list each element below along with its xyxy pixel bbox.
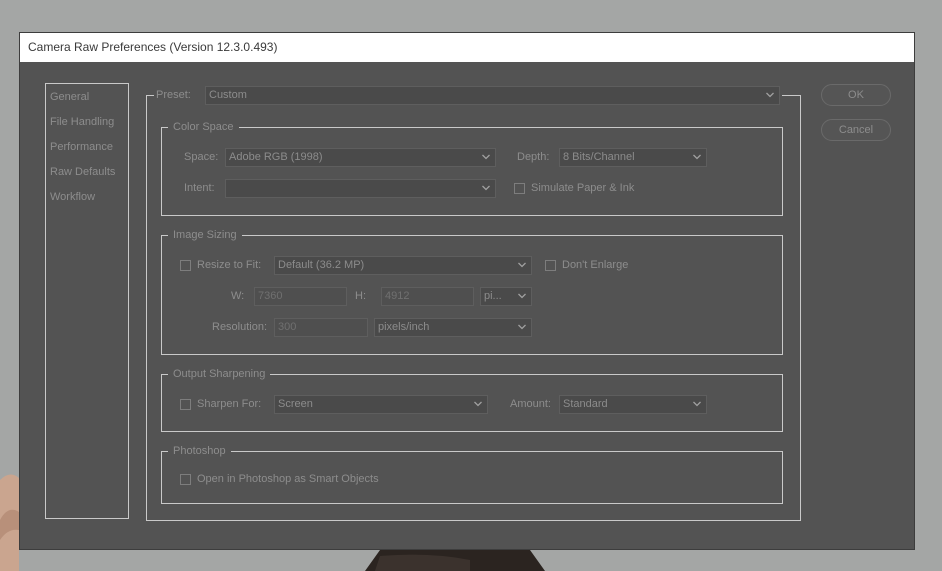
color-space-legend: Color Space: [168, 121, 239, 133]
ok-button[interactable]: OK: [821, 84, 891, 106]
chevron-down-icon: [474, 396, 484, 413]
amount-value: Standard: [563, 398, 608, 410]
smart-objects-checkbox[interactable]: [180, 474, 191, 485]
preferences-dialog: Camera Raw Preferences (Version 12.3.0.4…: [19, 32, 915, 550]
resize-to-fit-value: Default (36.2 MP): [278, 259, 365, 271]
color-space-frame-top: [161, 127, 783, 128]
intent-label: Intent:: [184, 182, 215, 194]
resize-to-fit-checkbox[interactable]: [180, 260, 191, 271]
preset-frame-left: [146, 95, 147, 521]
chevron-down-icon: [693, 149, 703, 166]
size-unit-value: pi...: [484, 290, 502, 302]
dont-enlarge-checkbox[interactable]: [545, 260, 556, 271]
image-sizing-frame-bottom: [161, 354, 783, 355]
chevron-down-icon: [518, 257, 528, 274]
chevron-down-icon: [482, 180, 492, 197]
height-label: H:: [355, 290, 366, 302]
photoshop-frame-top: [161, 451, 783, 452]
nav-item-file-handling[interactable]: File Handling: [50, 116, 114, 128]
chevron-down-icon: [693, 396, 703, 413]
chevron-down-icon: [766, 87, 776, 104]
resolution-field[interactable]: 300: [274, 318, 368, 337]
image-sizing-legend: Image Sizing: [168, 229, 242, 241]
depth-label: Depth:: [517, 151, 550, 163]
resize-to-fit-label: Resize to Fit:: [197, 259, 262, 271]
chevron-down-icon: [518, 288, 528, 305]
chevron-down-icon: [518, 319, 528, 336]
output-sharpening-frame-right: [782, 374, 783, 432]
space-value: Adobe RGB (1998): [229, 151, 323, 163]
preset-frame-top-right: [782, 95, 801, 96]
dont-enlarge-label: Don't Enlarge: [562, 259, 629, 271]
sharpen-for-select[interactable]: Screen: [274, 395, 488, 414]
photoshop-frame-right: [782, 451, 783, 504]
output-sharpening-frame-left: [161, 374, 162, 432]
photoshop-frame-bottom: [161, 503, 783, 504]
nav-item-performance[interactable]: Performance: [50, 141, 113, 153]
window-title: Camera Raw Preferences (Version 12.3.0.4…: [20, 33, 914, 62]
width-field[interactable]: 7360: [254, 287, 347, 306]
preset-label: Preset:: [156, 89, 195, 101]
image-sizing-frame-left: [161, 235, 162, 355]
depth-select[interactable]: 8 Bits/Channel: [559, 148, 707, 167]
image-sizing-frame-top: [161, 235, 783, 236]
preferences-nav: General File Handling Performance Raw De…: [45, 83, 129, 519]
nav-item-raw-defaults[interactable]: Raw Defaults: [50, 166, 115, 178]
preset-select[interactable]: Custom: [205, 86, 780, 105]
preset-frame-right: [800, 95, 801, 521]
intent-select[interactable]: [225, 179, 496, 198]
cancel-button[interactable]: Cancel: [821, 119, 891, 141]
simulate-paper-label: Simulate Paper & Ink: [531, 182, 635, 194]
amount-select[interactable]: Standard: [559, 395, 707, 414]
sharpen-for-value: Screen: [278, 398, 313, 410]
color-space-frame-bottom: [161, 215, 783, 216]
simulate-paper-checkbox[interactable]: [514, 183, 525, 194]
space-label: Space:: [184, 151, 219, 163]
photoshop-frame-left: [161, 451, 162, 504]
height-field[interactable]: 4912: [381, 287, 474, 306]
sharpen-for-checkbox[interactable]: [180, 399, 191, 410]
sharpen-for-label: Sharpen For:: [197, 398, 262, 410]
resolution-label: Resolution:: [212, 321, 268, 333]
resolution-unit-value: pixels/inch: [378, 321, 430, 333]
size-unit-select[interactable]: pi...: [480, 287, 532, 306]
resize-to-fit-select[interactable]: Default (36.2 MP): [274, 256, 532, 275]
output-sharpening-legend: Output Sharpening: [168, 368, 271, 380]
width-label: W:: [231, 290, 245, 302]
space-select[interactable]: Adobe RGB (1998): [225, 148, 496, 167]
chevron-down-icon: [482, 149, 492, 166]
nav-item-general[interactable]: General: [50, 91, 89, 103]
image-sizing-frame-right: [782, 235, 783, 355]
output-sharpening-frame-bottom: [161, 431, 783, 432]
amount-label: Amount:: [510, 398, 551, 410]
depth-value: 8 Bits/Channel: [563, 151, 635, 163]
preset-frame-top-left: [146, 95, 154, 96]
nav-item-workflow[interactable]: Workflow: [50, 191, 95, 203]
preset-frame-bottom: [146, 520, 801, 521]
photoshop-legend: Photoshop: [168, 445, 231, 457]
resolution-unit-select[interactable]: pixels/inch: [374, 318, 532, 337]
preset-value: Custom: [209, 89, 247, 101]
smart-objects-label: Open in Photoshop as Smart Objects: [197, 473, 379, 485]
color-space-frame-right: [782, 127, 783, 216]
color-space-frame-left: [161, 127, 162, 216]
